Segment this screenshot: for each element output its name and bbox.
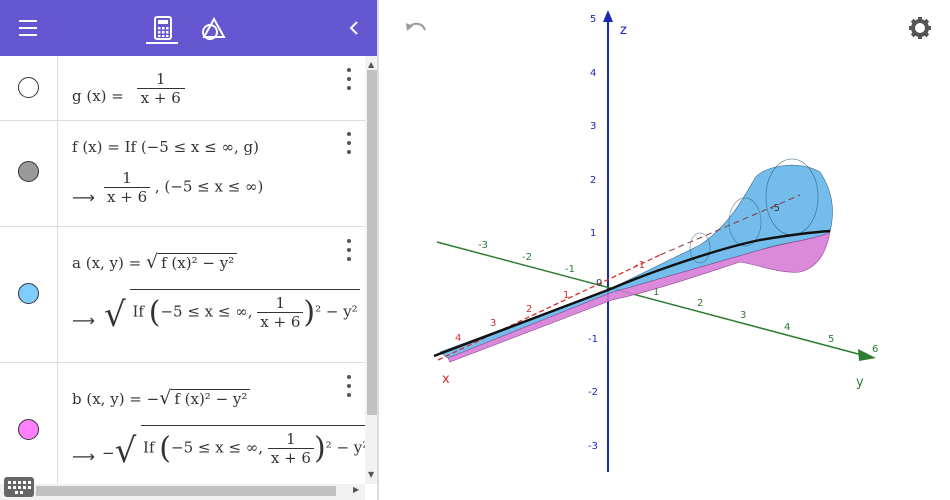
x-axis [437,254,661,361]
y-axis-name: y [856,375,864,390]
z-tick-label: 2 [590,175,596,186]
y-tick-label: -2 [522,252,532,263]
x-tick-label: 4 [455,333,461,344]
y-tick-label: 3 [740,310,746,321]
z-tick-labels: 5 4 3 2 1 -1 -2 -3 [588,14,598,452]
origin-label: 0 [596,278,602,289]
y-tick-label: 5 [828,334,834,345]
x-tick-label: 1 [563,290,569,301]
z-tick-label: 1 [590,228,596,239]
y-tick-label: 6 [872,344,878,355]
z-tick-label: -2 [588,387,598,398]
z-axis-name: z [620,23,627,38]
z-tick-label: 4 [590,68,596,79]
surface-b[interactable] [447,231,831,363]
z-axis-arrowhead [603,10,613,22]
gear-icon[interactable] [909,17,931,39]
z-tick-label: -3 [588,441,598,452]
surface-ring-label: -5 [770,203,780,214]
plot-3d[interactable]: z 5 4 3 2 1 -1 -2 -3 y -3 -2 -1 1 2 3 4 5 6 -5 x -1 1 2 3 4… [0,0,950,500]
x-tick-label: 2 [526,304,532,315]
y-tick-label: 4 [784,322,790,333]
undo-icon[interactable] [406,22,426,31]
x-axis-name: x [442,372,450,387]
z-tick-label: 5 [590,14,596,25]
y-tick-label: 2 [697,298,703,309]
z-tick-label: -1 [588,334,598,345]
y-tick-label: -1 [565,264,575,275]
x-tick-label: 3 [490,318,496,329]
x-tick-label: -1 [635,260,645,271]
z-tick-label: 3 [590,121,596,132]
y-tick-label: -3 [478,240,488,251]
